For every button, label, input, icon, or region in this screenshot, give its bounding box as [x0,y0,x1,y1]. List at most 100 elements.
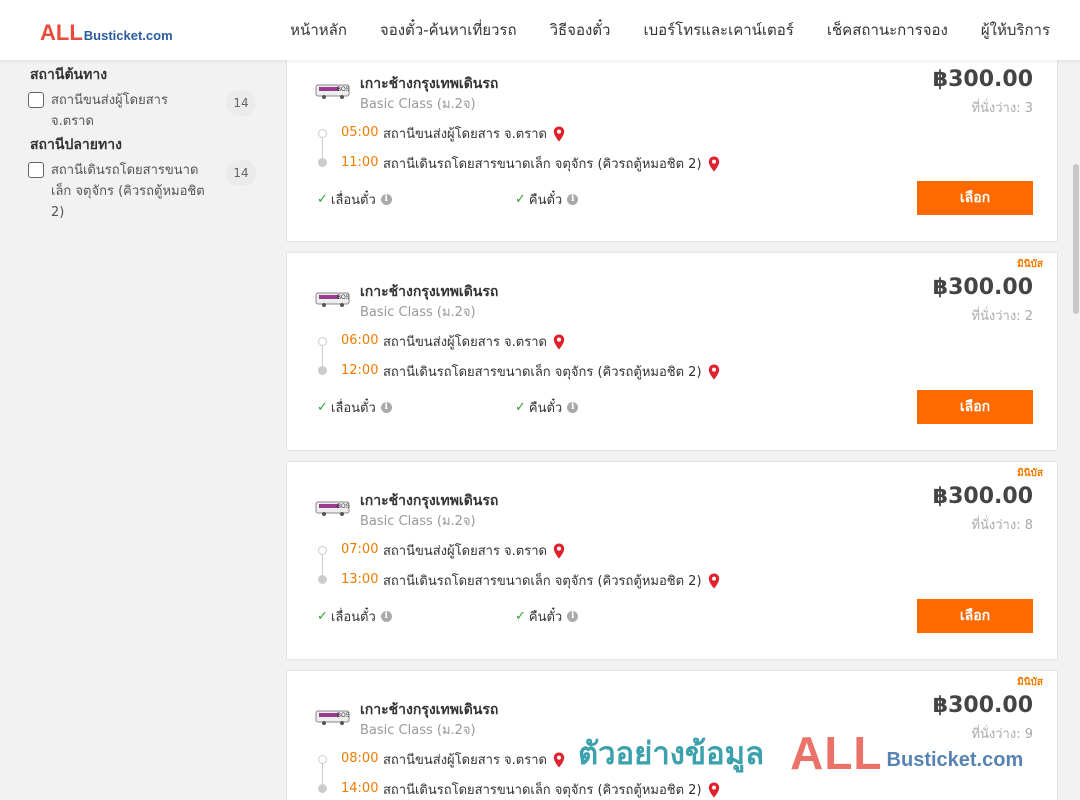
minibus-badge: มินิบัส [1017,468,1043,479]
ticket-price: ฿300.00 [932,67,1033,92]
destination-checkbox[interactable] [28,162,44,178]
timeline-line [322,138,323,158]
nav-how-to-book[interactable]: วิธีจองตั๋ว [550,18,611,42]
bus-operator-logo: BOS [315,292,350,307]
map-pin-icon[interactable] [553,126,565,142]
info-icon[interactable]: i [380,194,392,205]
refund-ticket-feature: ✓ คืนตั๋ว i [515,397,579,418]
svg-text:BOS: BOS [337,295,350,301]
arrive-station: สถานีเดินรถโดยสารขนาดเล็ก จตุจักร (คิวรถ… [383,779,720,800]
trip-card: มินิบัส BOS เกาะช้างกรุงเทพเดินรถ Basic … [286,252,1058,451]
depart-time: 08:00 [341,751,379,766]
arrive-station-label: สถานีเดินรถโดยสารขนาดเล็ก จตุจักร (คิวรถ… [383,574,702,589]
destination-filter-option[interactable]: สถานีเดินรถโดยสารขนาดเล็ก จตุจักร (คิวรถ… [28,160,256,223]
arrive-station: สถานีเดินรถโดยสารขนาดเล็ก จตุจักร (คิวรถ… [383,361,720,382]
bus-operator-logo: BOS [315,501,350,516]
timeline-end-dot [318,575,327,584]
seats-available: ที่นั่งว่าง: 9 [971,727,1033,742]
timeline-start-dot [318,337,327,346]
origin-option-count: 14 [226,90,256,116]
map-pin-icon[interactable] [708,573,720,589]
seats-available: ที่นั่งว่าง: 3 [971,101,1033,116]
map-pin-icon[interactable] [553,752,565,768]
ticket-price: ฿300.00 [932,484,1033,509]
depart-station-label: สถานีขนส่งผู้โดยสาร จ.ตราด [383,753,547,768]
nav-booking-status[interactable]: เช็คสถานะการจอง [827,18,948,42]
info-icon[interactable]: i [567,194,579,205]
check-icon: ✓ [317,400,328,415]
timeline-start-dot [318,546,327,555]
route-name: เกาะช้างกรุงเทพเดินรถ [360,702,499,718]
refund-ticket-label: คืนตั๋ว [528,401,563,416]
arrive-station-label: สถานีเดินรถโดยสารขนาดเล็ก จตุจักร (คิวรถ… [383,783,702,798]
arrive-station-label: สถานีเดินรถโดยสารขนาดเล็ก จตุจักร (คิวรถ… [383,157,702,172]
site-logo[interactable]: ALL Busticket.com [40,20,173,45]
minibus-badge: มินิบัส [1017,677,1043,688]
logo-all-text: ALL [40,20,83,45]
seats-available: ที่นั่งว่าง: 8 [971,518,1033,533]
depart-time: 05:00 [341,125,379,140]
timeline-start-dot [318,129,327,138]
map-pin-icon[interactable] [553,543,565,559]
depart-station-label: สถานีขนส่งผู้โดยสาร จ.ตราด [383,127,547,142]
origin-filter-title: สถานีต้นทาง [30,67,108,83]
nav-book-search[interactable]: จองตั๋ว-ค้นหาเที่ยวรถ [380,18,517,42]
timeline-line [322,555,323,575]
info-icon[interactable]: i [380,402,392,413]
refund-ticket-label: คืนตั๋ว [528,193,563,208]
map-pin-icon[interactable] [553,334,565,350]
change-ticket-feature: ✓ เลื่อนตั๋ว i [317,189,392,210]
info-icon[interactable]: i [380,611,392,622]
refund-ticket-feature: ✓ คืนตั๋ว i [515,189,579,210]
select-trip-button[interactable]: เลือก [917,599,1033,633]
svg-text:BOS: BOS [337,87,350,93]
select-trip-button[interactable]: เลือก [917,390,1033,424]
bus-operator-logo: BOS [315,84,350,99]
info-icon[interactable]: i [567,402,579,413]
ticket-price: ฿300.00 [932,693,1033,718]
route-name: เกาะช้างกรุงเทพเดินรถ [360,284,499,300]
origin-checkbox[interactable] [28,92,44,108]
arrive-station: สถานีเดินรถโดยสารขนาดเล็ก จตุจักร (คิวรถ… [383,153,720,174]
arrive-time: 11:00 [341,155,379,170]
route-name: เกาะช้างกรุงเทพเดินรถ [360,493,499,509]
map-pin-icon[interactable] [708,156,720,172]
arrive-time: 14:00 [341,781,379,796]
map-pin-icon[interactable] [708,782,720,798]
route-name: เกาะช้างกรุงเทพเดินรถ [360,76,499,92]
ticket-price: ฿300.00 [932,275,1033,300]
map-pin-icon[interactable] [708,364,720,380]
timeline-line [322,764,323,784]
timeline-end-dot [318,366,327,375]
change-ticket-label: เลื่อนตั๋ว [330,610,376,625]
select-trip-button[interactable]: เลือก [917,181,1033,215]
bus-class: Basic Class (ม.2จ) [360,305,476,320]
change-ticket-label: เลื่อนตั๋ว [330,401,376,416]
nav-home[interactable]: หน้าหลัก [290,18,347,42]
page-scrollbar[interactable] [1072,60,1080,800]
depart-station-label: สถานีขนส่งผู้โดยสาร จ.ตราด [383,335,547,350]
trip-card: BOS เกาะช้างกรุงเทพเดินรถ Basic Class (ม… [286,52,1058,242]
depart-station: สถานีขนส่งผู้โดยสาร จ.ตราด [383,540,565,561]
seats-available: ที่นั่งว่าง: 2 [971,309,1033,324]
nav-contacts[interactable]: เบอร์โทรและเคาน์เตอร์ [643,18,793,42]
arrive-time: 13:00 [341,572,379,587]
timeline-line [322,346,323,366]
depart-station-label: สถานีขนส่งผู้โดยสาร จ.ตราด [383,544,547,559]
check-icon: ✓ [515,192,526,207]
arrive-station: สถานีเดินรถโดยสารขนาดเล็ก จตุจักร (คิวรถ… [383,570,720,591]
refund-ticket-feature: ✓ คืนตั๋ว i [515,606,579,627]
minibus-badge: มินิบัส [1017,259,1043,270]
destination-option-count: 14 [226,160,256,186]
nav-operators[interactable]: ผู้ให้บริการ [981,18,1050,42]
scrollbar-thumb[interactable] [1073,164,1079,314]
bus-class: Basic Class (ม.2จ) [360,723,476,738]
origin-filter-option[interactable]: สถานีขนส่งผู้โดยสาร จ.ตราด 14 [28,90,256,132]
refund-ticket-label: คืนตั๋ว [528,610,563,625]
change-ticket-feature: ✓ เลื่อนตั๋ว i [317,397,392,418]
svg-text:BOS: BOS [337,504,350,510]
timeline-end-dot [318,158,327,167]
origin-option-label: สถานีขนส่งผู้โดยสาร จ.ตราด [51,93,168,129]
bus-class: Basic Class (ม.2จ) [360,514,476,529]
info-icon[interactable]: i [567,611,579,622]
